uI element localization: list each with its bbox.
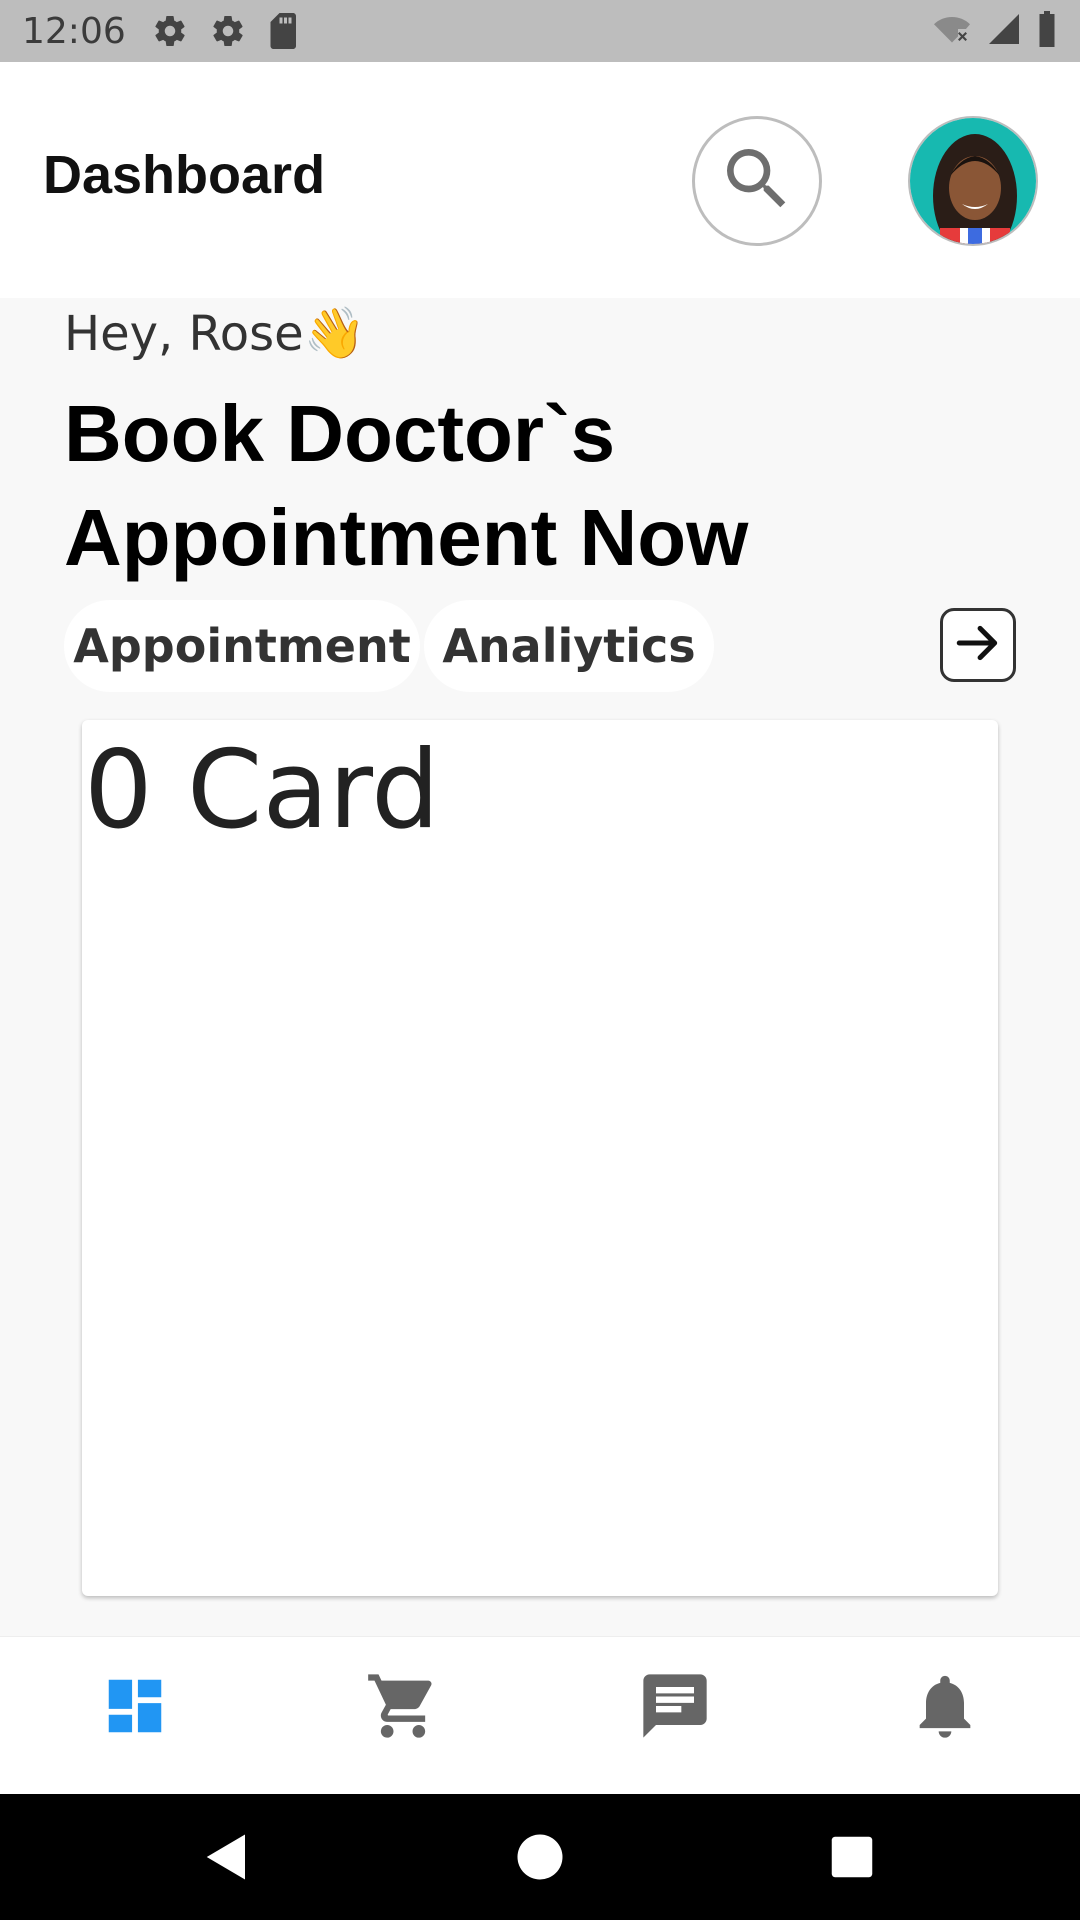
- headline: Book Doctor`s Appointment Now: [64, 382, 964, 590]
- nav-item-dashboard[interactable]: [90, 1663, 180, 1753]
- recents-icon[interactable]: [825, 1830, 879, 1889]
- page-title: Dashboard: [43, 145, 326, 205]
- status-bar: 12:06: [0, 0, 1080, 62]
- message-icon: [637, 1668, 713, 1749]
- status-time: 12:06: [22, 10, 126, 52]
- back-icon[interactable]: [200, 1830, 254, 1889]
- chip-appointment[interactable]: Appointment: [64, 600, 420, 692]
- status-right-icons: [932, 10, 1058, 52]
- chip-analytics[interactable]: Analiytics: [424, 600, 714, 692]
- bell-icon: [907, 1668, 983, 1749]
- nav-item-messages[interactable]: [630, 1663, 720, 1753]
- greeting-text: Hey, Rose: [64, 305, 304, 362]
- headline-line-1: Book Doctor`s: [64, 389, 616, 478]
- card-count-text: 0 Card: [84, 728, 440, 853]
- waving-hand-emoji: 👋: [303, 304, 366, 362]
- bottom-nav: [0, 1636, 1080, 1794]
- user-avatar-image: [910, 118, 1036, 244]
- search-button[interactable]: [692, 116, 822, 246]
- nav-item-cart[interactable]: [358, 1663, 448, 1753]
- gear-icon: [210, 13, 246, 49]
- app-bar: Dashboard: [0, 62, 1080, 298]
- search-icon: [717, 139, 797, 224]
- content-card: 0 Card: [82, 720, 998, 1596]
- home-icon[interactable]: [513, 1830, 567, 1889]
- cart-icon: [365, 1668, 441, 1749]
- avatar[interactable]: [908, 116, 1038, 246]
- headline-line-2: Appointment Now: [64, 493, 749, 582]
- battery-icon: [1036, 10, 1058, 52]
- sd-card-icon: [268, 13, 300, 49]
- nav-item-notifications[interactable]: [900, 1663, 990, 1753]
- greeting: Hey, Rose 👋: [64, 304, 366, 363]
- next-arrow-button[interactable]: [940, 608, 1016, 682]
- gear-icon: [152, 13, 188, 49]
- system-nav-bar: [0, 1794, 1080, 1920]
- wifi-off-icon: [932, 11, 972, 52]
- signal-icon: [986, 11, 1022, 52]
- arrow-right-icon: [953, 618, 1003, 673]
- dashboard-icon: [100, 1671, 170, 1746]
